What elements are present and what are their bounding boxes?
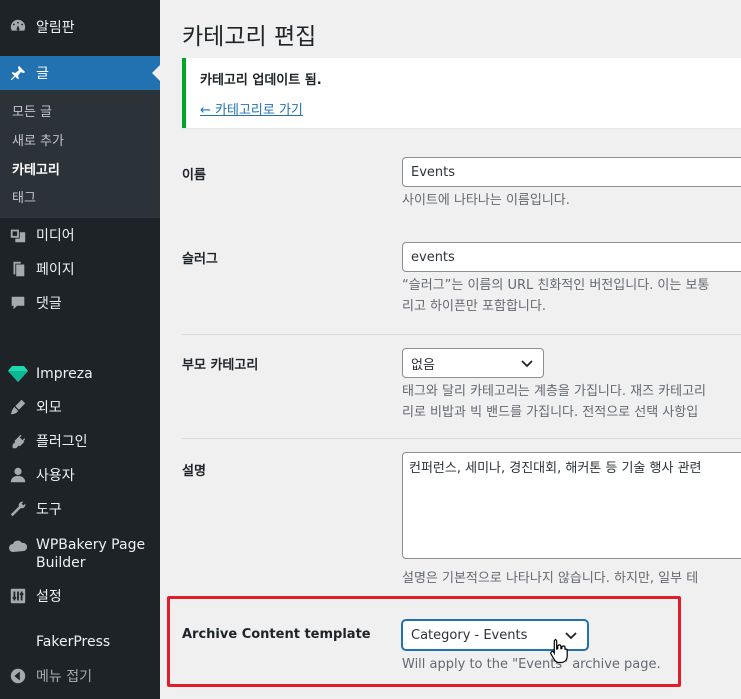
menu-appearance-label: 외모 bbox=[36, 400, 62, 416]
user-icon bbox=[8, 465, 28, 485]
divider bbox=[182, 334, 741, 335]
menu-wpbakery[interactable]: WPBakery Page Builder bbox=[0, 532, 160, 576]
collapse-icon bbox=[8, 666, 28, 686]
name-description: 사이트에 나타나는 이름입니다. bbox=[402, 193, 570, 208]
pushpin-icon bbox=[8, 63, 28, 83]
menu-media[interactable]: 미디어 bbox=[0, 218, 160, 252]
success-notice: 카테고리 업데이트 됨. ← 카테고리로 가기 bbox=[182, 58, 741, 128]
menu-fakerpress-label: FakerPress bbox=[36, 634, 111, 650]
parent-category-select[interactable]: 없음 bbox=[402, 348, 544, 378]
menu-posts[interactable]: 글 bbox=[0, 56, 160, 90]
slug-description-line2: 리고 하이픈만 포함합니다. bbox=[402, 299, 546, 314]
menu-dashboard-label: 알림판 bbox=[36, 20, 75, 36]
menu-wpbakery-label-line2: Builder bbox=[36, 555, 86, 571]
admin-sidebar: 알림판 글 모든 글 새로 추가 카테고리 태그 미디어 페이지 댓글 Impr bbox=[0, 0, 160, 699]
menu-users[interactable]: 사용자 bbox=[0, 458, 160, 492]
settings-icon bbox=[8, 586, 28, 606]
menu-impreza[interactable]: Impreza bbox=[0, 357, 160, 391]
menu-appearance[interactable]: 외모 bbox=[0, 390, 160, 424]
menu-collapse[interactable]: 메뉴 접기 bbox=[0, 659, 160, 693]
menu-wpbakery-label: WPBakery Page Builder bbox=[36, 536, 145, 572]
description-label: 설명 bbox=[182, 464, 206, 479]
wrench-icon bbox=[8, 499, 28, 519]
menu-pages-label: 페이지 bbox=[36, 262, 75, 278]
back-to-categories-link[interactable]: ← 카테고리로 가기 bbox=[200, 99, 303, 118]
menu-plugins-label: 플러그인 bbox=[36, 434, 88, 450]
brush-icon bbox=[8, 397, 28, 417]
menu-media-label: 미디어 bbox=[36, 228, 75, 244]
dashboard-icon bbox=[8, 17, 28, 37]
diamond-icon bbox=[8, 364, 28, 384]
menu-comments-label: 댓글 bbox=[36, 296, 62, 312]
menu-settings[interactable]: 설정 bbox=[0, 579, 160, 613]
menu-plugins[interactable]: 플러그인 bbox=[0, 424, 160, 458]
slug-description-line1: “슬러그”는 이름의 URL 친화적인 버전입니다. 이는 보통 bbox=[402, 278, 710, 293]
media-icon bbox=[8, 225, 28, 245]
name-input[interactable] bbox=[402, 157, 741, 187]
parent-category-label: 부모 카테고리 bbox=[182, 358, 259, 373]
archive-template-label: Archive Content template bbox=[182, 627, 371, 642]
slug-label: 슬러그 bbox=[182, 252, 218, 267]
archive-template-value: Category - Events bbox=[411, 627, 528, 643]
submenu-add-new[interactable]: 새로 추가 bbox=[12, 130, 64, 149]
archive-template-description: Will apply to the "Events" archive page. bbox=[402, 657, 661, 672]
menu-tools-label: 도구 bbox=[36, 502, 62, 518]
submenu-tags[interactable]: 태그 bbox=[12, 187, 36, 206]
parent-category-value: 없음 bbox=[411, 357, 435, 373]
comment-icon bbox=[8, 293, 28, 313]
posts-submenu: 모든 글 새로 추가 카테고리 태그 bbox=[0, 90, 160, 218]
cloud-icon bbox=[8, 536, 28, 556]
menu-posts-label: 글 bbox=[36, 66, 49, 82]
submenu-all-posts[interactable]: 모든 글 bbox=[12, 101, 52, 120]
page-title: 카테고리 편집 bbox=[182, 24, 317, 50]
submenu-categories[interactable]: 카테고리 bbox=[12, 159, 60, 178]
menu-settings-label: 설정 bbox=[36, 589, 62, 605]
menu-dashboard[interactable]: 알림판 bbox=[0, 10, 160, 44]
plugin-icon bbox=[8, 431, 28, 451]
slug-input[interactable] bbox=[402, 242, 741, 272]
menu-wpbakery-label-line1: WPBakery Page bbox=[36, 537, 146, 553]
divider bbox=[182, 438, 741, 439]
menu-users-label: 사용자 bbox=[36, 468, 75, 484]
page-icon bbox=[8, 259, 28, 279]
menu-tools[interactable]: 도구 bbox=[0, 492, 160, 526]
description-help: 설명은 기본적으로 나타나지 않습니다. 하지만, 일부 테 bbox=[402, 571, 699, 586]
menu-collapse-label: 메뉴 접기 bbox=[36, 669, 92, 685]
chevron-down-icon bbox=[521, 357, 533, 373]
main-content: 카테고리 편집 카테고리 업데이트 됨. ← 카테고리로 가기 이름 사이트에 … bbox=[160, 0, 741, 699]
parent-description-line2: 리로 비밥과 빅 밴드를 가집니다. 전적으로 선택 사항입 bbox=[402, 405, 699, 420]
menu-fakerpress[interactable]: FakerPress bbox=[0, 625, 160, 659]
notice-message: 카테고리 업데이트 됨. bbox=[200, 73, 322, 88]
menu-pages[interactable]: 페이지 bbox=[0, 252, 160, 286]
hand-cursor-icon bbox=[549, 638, 569, 668]
description-textarea[interactable]: 컨퍼런스, 세미나, 경진대회, 해커톤 등 기술 행사 관련 bbox=[402, 452, 741, 559]
parent-description-line1: 태그와 달리 카테고리는 계층을 가집니다. 재즈 카테고리 bbox=[402, 384, 707, 399]
menu-impreza-label: Impreza bbox=[36, 366, 93, 382]
name-label: 이름 bbox=[182, 168, 206, 183]
menu-comments[interactable]: 댓글 bbox=[0, 286, 160, 320]
